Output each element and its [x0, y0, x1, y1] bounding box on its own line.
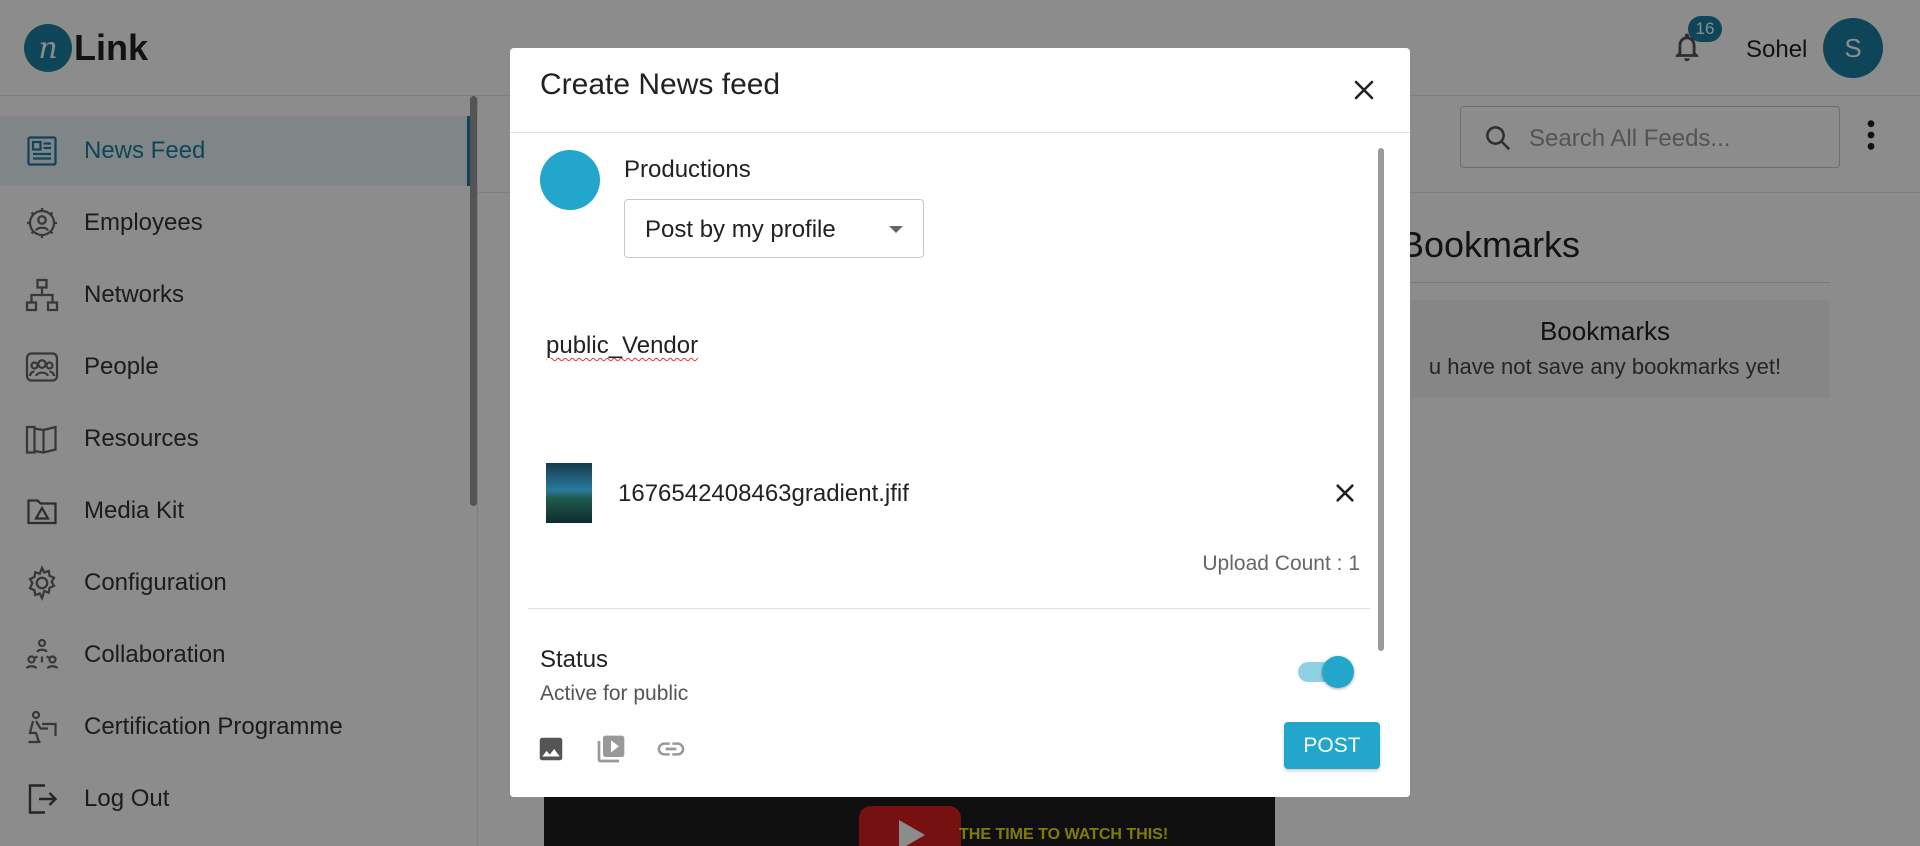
status-title: Status	[540, 646, 609, 673]
remove-attachment-icon[interactable]	[1330, 478, 1360, 508]
image-icon[interactable]	[534, 732, 568, 766]
create-news-feed-dialog: Create News feed Productions Post by my …	[510, 48, 1410, 797]
attachment-thumbnail	[546, 463, 592, 523]
dialog-title: Create News feed	[540, 68, 781, 101]
chevron-down-icon	[889, 226, 903, 233]
post-button[interactable]: POST	[1284, 722, 1380, 769]
post-text-editor[interactable]: public_Vendor	[546, 332, 698, 360]
profile-name: Productions	[624, 156, 751, 183]
link-icon[interactable]	[654, 732, 688, 766]
post-as-select[interactable]: Post by my profile	[624, 199, 924, 258]
status-subtitle: Active for public	[540, 682, 689, 705]
dialog-body-divider	[528, 608, 1370, 609]
status-toggle-thumb[interactable]	[1322, 656, 1354, 688]
upload-count: Upload Count : 1	[1202, 552, 1360, 575]
post-as-value: Post by my profile	[645, 216, 836, 243]
avatar	[540, 150, 600, 210]
dialog-footer	[510, 741, 1410, 797]
video-library-icon[interactable]	[594, 732, 628, 766]
dialog-header-divider	[510, 132, 1410, 133]
close-icon[interactable]	[1344, 70, 1384, 110]
dialog-scrollbar[interactable]	[1378, 148, 1384, 651]
attachment-name: 1676542408463gradient.jfif	[618, 480, 909, 507]
